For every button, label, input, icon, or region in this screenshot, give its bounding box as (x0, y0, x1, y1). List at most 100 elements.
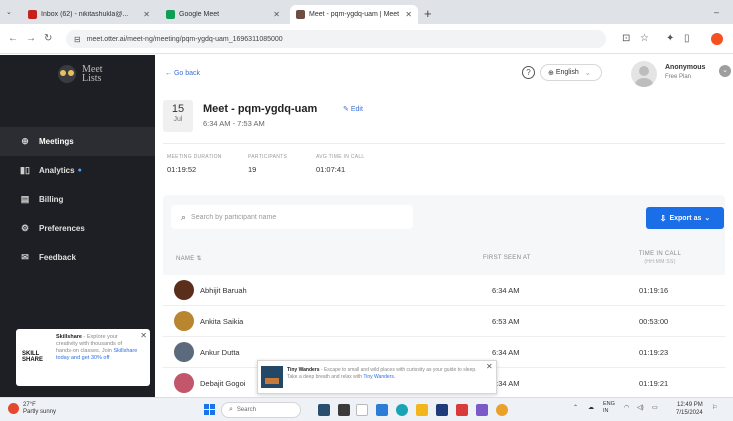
go-back-link[interactable]: ← Go back (165, 70, 200, 77)
reload-icon[interactable]: ↻ (44, 33, 52, 44)
table-header: NAME ⇅ FIRST SEEN AT TIME IN CALL (HH:MM… (163, 248, 725, 272)
participant-name: Ankita Saikia (200, 317, 244, 326)
new-tab-button[interactable]: + (424, 6, 432, 21)
extensions-icon[interactable]: ✦ (666, 33, 674, 44)
export-button[interactable]: ⇩ Export as ⌄ (646, 207, 724, 229)
participant-search[interactable]: ⌕ (171, 205, 413, 229)
paint-app-icon[interactable] (356, 404, 368, 416)
onenote-app-icon[interactable] (476, 404, 488, 416)
back-arrow-icon[interactable]: ← (8, 33, 18, 44)
app-logo[interactable]: Meet Lists (58, 65, 103, 84)
table-row[interactable]: Abhijit Baruah 6:34 AM 01:19:16 (163, 275, 725, 306)
battery-icon[interactable]: ▭ (652, 404, 658, 411)
column-header-name[interactable]: NAME ⇅ (176, 255, 202, 262)
wifi-icon[interactable]: ◠ (624, 404, 629, 411)
ad-link[interactable]: Tiny Wanders. (363, 374, 395, 380)
skillshare-ad[interactable]: SKILL SHARE Skillshare - Explore your cr… (16, 329, 150, 386)
close-icon[interactable]: ✕ (405, 10, 412, 19)
user-name: Anonymous (665, 64, 706, 71)
browser-toolbar: ← → ↻ ⊟ meet.otter.ai/meet-ng/meeting/pq… (0, 24, 733, 54)
browser-tab-google-meet[interactable]: Google Meet ✕ (160, 5, 286, 24)
language-value: English (555, 69, 579, 76)
participant-avatar (174, 280, 194, 300)
meeting-date-badge: 15 Jul (163, 100, 193, 132)
browser-tab-gmail[interactable]: Inbox (62) - nikitashukla@... ✕ (22, 5, 156, 24)
file-explorer-icon[interactable] (416, 404, 428, 416)
meeting-title: Meet - pqm-ygdq-uam (203, 103, 318, 115)
sidebar-item-billing[interactable]: ▤ Billing (0, 185, 155, 214)
task-view-icon[interactable] (338, 404, 350, 416)
chevron-down-icon[interactable]: ⌄ (719, 65, 731, 77)
tiny-wanders-ad[interactable]: Tiny Wanders - Escape to small and wild … (257, 360, 497, 394)
stat-avg-time-in-call: AVG TIME IN CALL 01:07:41 (316, 154, 365, 174)
browser-tab-meet-lists[interactable]: Meet - pqm-ygdq-uam | Meet ✕ (290, 5, 418, 24)
edit-label: Edit (350, 106, 363, 113)
taskbar-search[interactable]: ⌕ Search (221, 402, 301, 418)
preferences-icon: ⚙ (20, 223, 30, 233)
meeting-month: Jul (173, 116, 183, 123)
edge-browser-icon[interactable] (396, 404, 408, 416)
participant-avatar (174, 342, 194, 362)
table-row[interactable]: Ankita Saikia 6:53 AM 00:53:00 (163, 306, 725, 337)
column-header-first-seen[interactable]: FIRST SEEN AT (483, 255, 531, 261)
first-seen-value: 6:34 AM (492, 286, 520, 295)
sidebar-item-feedback[interactable]: ✉ Feedback (0, 243, 155, 272)
participant-search-input[interactable] (191, 213, 392, 221)
participant-name: Ankur Dutta (200, 348, 240, 357)
chevron-down-icon: ⌄ (584, 69, 591, 77)
time-in-call-value: 00:53:00 (639, 317, 669, 326)
weather-icon[interactable] (8, 403, 19, 414)
office-app-icon[interactable] (456, 404, 468, 416)
meeting-day: 15 (171, 103, 185, 115)
weather-widget[interactable]: 27°F Partly sunny (23, 402, 56, 416)
close-icon[interactable]: ✕ (140, 331, 147, 340)
close-icon[interactable]: ✕ (273, 10, 280, 19)
column-header-time-in-call[interactable]: TIME IN CALL (HH:MM:SS) (631, 251, 689, 265)
onedrive-icon[interactable]: ☁ (588, 404, 594, 411)
volume-icon[interactable]: ◁) (637, 404, 644, 411)
notifications-icon[interactable]: ⚐ (712, 404, 717, 411)
store-app-icon[interactable] (436, 404, 448, 416)
close-icon[interactable]: ✕ (486, 362, 493, 371)
mail-app-icon[interactable] (376, 404, 388, 416)
windows-start-icon[interactable] (204, 404, 215, 415)
tab-title: Meet - pqm-ygdq-uam | Meet (309, 11, 400, 18)
address-bar[interactable]: ⊟ meet.otter.ai/meet-ng/meeting/pqm-ygdq… (66, 30, 606, 48)
stat-value: 01:07:41 (316, 165, 346, 174)
profile-avatar-icon[interactable] (711, 33, 723, 45)
chrome-browser-icon[interactable] (496, 404, 508, 416)
language-select[interactable]: ⊕ English ⌄ (540, 64, 602, 81)
stat-label: MEETING DURATION (167, 154, 222, 160)
translate-icon[interactable]: ⊡ (622, 33, 630, 44)
minimize-icon[interactable]: – (714, 7, 719, 17)
help-icon[interactable]: ? (522, 66, 535, 79)
divider (163, 143, 725, 144)
widgets-app-icon[interactable] (318, 404, 330, 416)
sidepanel-icon[interactable]: ▯ (684, 33, 690, 44)
globe-icon: ⊕ (548, 69, 554, 77)
tray-overflow-icon[interactable]: ⌃ (573, 404, 578, 411)
taskbar-clock[interactable]: 12:49 PM 7/15/2024 (676, 401, 703, 417)
url-text: meet.otter.ai/meet-ng/meeting/pqm-ygdq-u… (86, 35, 283, 43)
language-indicator[interactable]: ENG IN (603, 401, 615, 415)
user-plan: Free Plan (665, 74, 692, 80)
forward-arrow-icon[interactable]: → (26, 33, 36, 44)
sidebar-item-analytics[interactable]: ▮▯ Analytics ● (0, 156, 155, 185)
pencil-icon: ✎ (343, 106, 349, 113)
sidebar: Meet Lists ⊕ Meetings ▮▯ Analytics ● ▤ B… (0, 55, 155, 397)
first-seen-value: 6:34 AM (492, 348, 520, 357)
close-icon[interactable]: ✕ (143, 10, 150, 19)
sidebar-item-label: Preferences (39, 224, 85, 233)
user-avatar[interactable] (631, 61, 657, 87)
bookmark-star-icon[interactable]: ☆ (640, 33, 649, 44)
sidebar-item-preferences[interactable]: ⚙ Preferences (0, 214, 155, 243)
site-info-icon[interactable]: ⊟ (74, 35, 81, 44)
sidebar-item-meetings[interactable]: ⊕ Meetings (0, 127, 155, 156)
edit-button[interactable]: ✎ Edit (343, 105, 363, 113)
chevron-down-icon: ⌄ (704, 215, 711, 222)
participant-avatar (174, 311, 194, 331)
sidebar-item-label: Billing (39, 195, 64, 204)
tab-search-icon[interactable]: ⌄ (6, 8, 12, 16)
billing-icon: ▤ (20, 194, 30, 204)
time-in-call-value: 01:19:16 (639, 286, 669, 295)
